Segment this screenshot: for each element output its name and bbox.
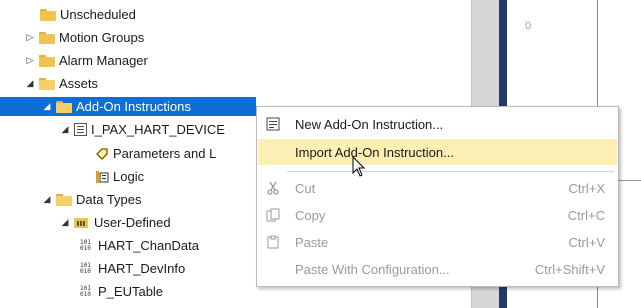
open-folder-icon [56,194,72,206]
tree-item-label: Unscheduled [60,7,136,22]
menu-item-label: New Add-On Instruction... [295,116,444,132]
menu-item-label: Import Add-On Instruction... [295,144,454,160]
tree-item-label: Motion Groups [59,30,145,45]
collapse-arrow-icon[interactable]: ◢ [25,74,35,93]
binary-icon: 101 010 [80,238,91,252]
folder-icon [39,32,55,44]
collapse-arrow-icon[interactable]: ◢ [60,213,70,232]
mouse-cursor-icon [352,156,366,177]
expand-arrow-icon[interactable]: ▷ [25,28,35,47]
new-aoi-icon [265,116,281,132]
menu-item-copy[interactable]: Copy Ctrl+C [258,202,617,228]
menu-item-import-add-on-instruction[interactable]: Import Add-On Instruction... [258,139,617,165]
tree-item-label: Alarm Manager [59,53,148,68]
collapse-arrow-icon[interactable]: ◢ [42,97,52,116]
tree-item-motion-groups[interactable]: ▷ Motion Groups [0,28,471,47]
menu-item-label: Cut [295,180,316,196]
collapse-arrow-icon[interactable]: ◢ [60,120,70,139]
copy-icon [265,207,281,223]
menu-item-new-add-on-instruction[interactable]: New Add-On Instruction... [258,111,617,137]
menu-item-shortcut: Ctrl+V [568,234,605,250]
tree-item-unscheduled[interactable]: Unscheduled [0,5,471,24]
menu-item-cut[interactable]: Cut Ctrl+X [258,175,617,201]
folder-icon [39,55,55,67]
menu-item-shortcut: Ctrl+C [567,207,605,223]
tree-item-label: Add-On Instructions [76,99,191,114]
open-folder-icon [39,78,55,90]
menu-item-shortcut: Ctrl+X [568,180,605,196]
menu-item-shortcut: Ctrl+Shift+V [534,261,605,277]
paste-icon [265,234,281,250]
tree-item-label: P_EUTable [98,284,164,299]
menu-item-paste[interactable]: Paste Ctrl+V [258,229,617,255]
tree-item-label: HART_ChanData [98,238,199,253]
menu-item-label: Copy [295,207,326,223]
collapse-arrow-icon[interactable]: ◢ [42,190,52,209]
logic-icon [95,170,109,184]
context-menu: New Add-On Instruction... Import Add-On … [256,106,619,287]
menu-item-label: Paste With Configuration... [295,261,450,277]
binary-icon: 101 010 [80,284,91,298]
tree-item-label: Logic [113,169,145,184]
menu-item-label: Paste [295,234,329,250]
scissors-icon [265,180,281,196]
tree-item-label: User-Defined [94,215,171,230]
tree-item-label: Parameters and L [113,146,217,161]
tree-item-label: HART_DevInfo [98,261,186,276]
parameters-icon [95,147,109,161]
aoi-icon [74,123,87,136]
menu-separator [287,171,614,172]
folder-icon [40,9,56,21]
open-folder-icon [56,101,72,113]
menu-item-paste-with-configuration[interactable]: Paste With Configuration... Ctrl+Shift+V [258,256,617,282]
udt-icon [74,216,90,229]
tree-item-label: Data Types [76,192,142,207]
binary-icon: 101 010 [80,261,91,275]
tree-item-alarm-manager[interactable]: ▷ Alarm Manager [0,51,471,70]
tree-item-assets[interactable]: ◢ Assets [0,74,471,93]
rung-number: 0 [525,20,532,32]
tree-item-label: I_PAX_HART_DEVICE [91,122,225,137]
tree-item-add-on-instructions[interactable]: ◢ Add-On Instructions [0,97,256,116]
expand-arrow-icon[interactable]: ▷ [25,51,35,70]
tree-item-label: Assets [59,76,99,91]
